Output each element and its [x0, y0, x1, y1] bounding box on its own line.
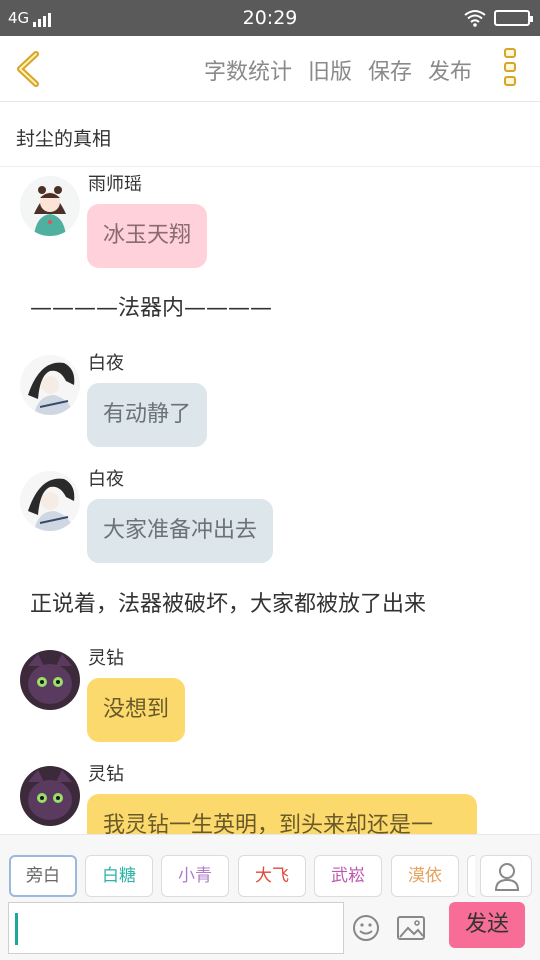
person-icon	[494, 863, 520, 891]
message-bubble[interactable]: 冰玉天翔	[87, 204, 208, 268]
message-bubble[interactable]: 没想到	[87, 678, 186, 742]
speaker-name: 灵钻	[88, 764, 124, 785]
role-chip[interactable]: 小青	[161, 855, 229, 897]
role-chip[interactable]: 大飞	[238, 855, 306, 897]
speaker-name: 白夜	[88, 353, 124, 374]
story-title: 封尘的真相	[16, 128, 112, 150]
message-bubble[interactable]: 我灵钻一生英明，到头来却还是一	[87, 794, 477, 835]
text-caret	[15, 913, 18, 945]
status-bar: 4G 20:29	[0, 0, 540, 36]
speaker-name: 雨师瑶	[88, 174, 142, 195]
avatar[interactable]	[20, 176, 80, 236]
role-chip[interactable]: 武崧	[314, 855, 382, 897]
emoji-icon[interactable]	[352, 914, 380, 942]
avatar[interactable]	[20, 355, 80, 415]
image-icon[interactable]	[396, 914, 426, 942]
more-menu-icon[interactable]	[500, 48, 520, 92]
message-input[interactable]	[8, 902, 344, 954]
save-button[interactable]: 保存	[368, 54, 412, 86]
word-count-button[interactable]: 字数统计	[204, 54, 292, 86]
message-bubble[interactable]: 大家准备冲出去	[87, 499, 274, 563]
role-selector: 旁白 白糖 小青 大飞 武崧 漠依	[0, 834, 540, 900]
avatar[interactable]	[20, 471, 80, 531]
narration-text[interactable]: ————法器内————	[30, 290, 272, 322]
chat-area[interactable]: 雨师瑶 冰玉天翔 ————法器内———— 白夜 有动静了 白夜 大家准备冲出去 …	[0, 168, 540, 835]
speaker-name: 灵钻	[88, 648, 124, 669]
back-arrow-icon[interactable]	[12, 50, 48, 88]
input-bar: 发送	[0, 900, 540, 960]
role-chip-narrator[interactable]: 旁白	[9, 855, 77, 897]
send-button[interactable]: 发送	[449, 902, 525, 948]
toolbar-actions: 字数统计 旧版 保存 发布	[204, 54, 472, 86]
role-chip[interactable]: 漠依	[391, 855, 459, 897]
story-title-row[interactable]: 封尘的真相	[0, 103, 540, 167]
role-chip[interactable]: 白糖	[85, 855, 153, 897]
publish-button[interactable]: 发布	[428, 54, 472, 86]
role-chip-partial[interactable]	[467, 855, 475, 897]
avatar[interactable]	[20, 650, 80, 710]
wifi-icon	[464, 10, 486, 27]
speaker-name: 白夜	[88, 469, 124, 490]
add-role-button[interactable]	[480, 855, 532, 897]
narration-text[interactable]: 正说着，法器被破坏，大家都被放了出来	[30, 586, 426, 618]
message-bubble[interactable]: 有动静了	[87, 383, 208, 447]
clock: 20:29	[242, 7, 298, 29]
old-version-button[interactable]: 旧版	[308, 54, 352, 86]
battery-icon	[494, 10, 533, 26]
editor-toolbar: 字数统计 旧版 保存 发布	[0, 36, 540, 102]
avatar[interactable]	[20, 766, 80, 826]
